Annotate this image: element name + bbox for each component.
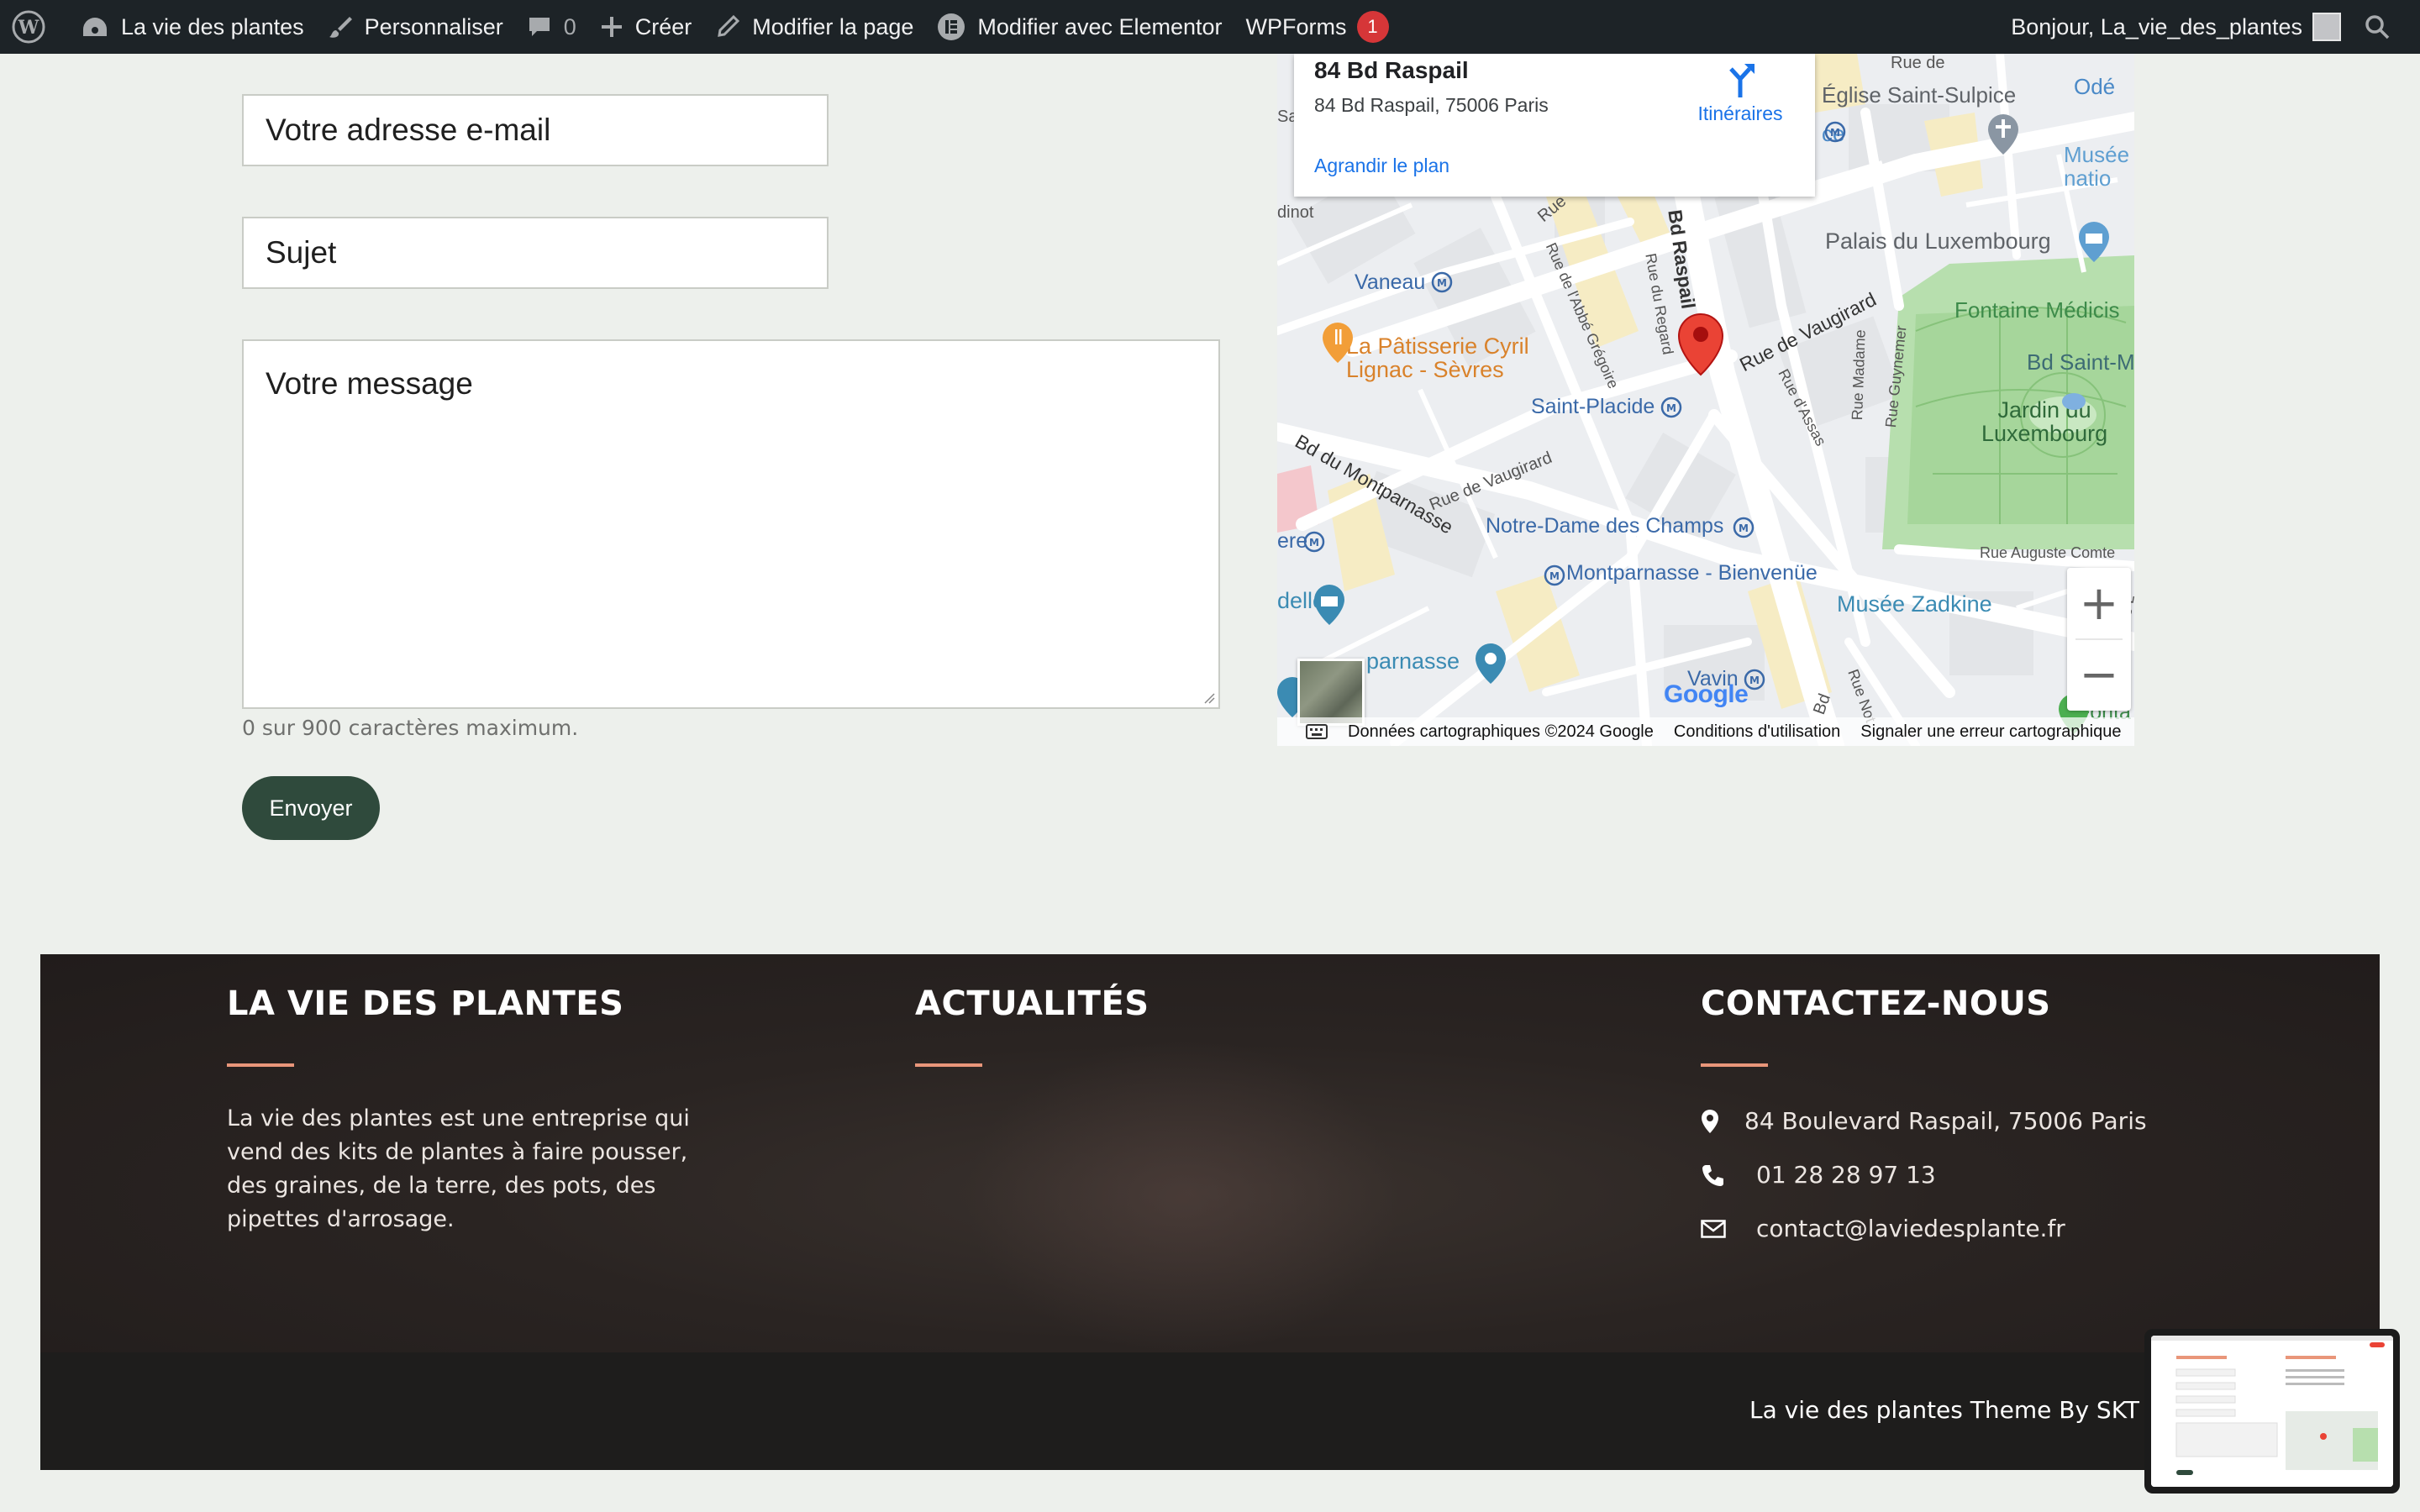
map-label-ce: ce <box>1822 121 1845 146</box>
my-account-menu[interactable]: Bonjour, La_vie_des_plantes <box>1999 0 2353 54</box>
map-label-patisserie: La Pâtisserie Cyril Lignac - Sèvres <box>1346 333 1529 382</box>
subject-field[interactable]: Sujet <box>242 217 829 289</box>
edit-page-menu[interactable]: Modifier la page <box>703 0 925 54</box>
zoom-out-button[interactable]: − <box>2067 639 2131 711</box>
elementor-icon <box>938 13 965 40</box>
map-report-link[interactable]: Signaler une erreur cartographique <box>1860 722 2121 742</box>
brush-icon <box>329 17 352 38</box>
map-terms-link[interactable]: Conditions d'utilisation <box>1674 722 1840 742</box>
directions-label: Itinéraires <box>1697 102 1783 124</box>
map-label-medicis: Fontaine Médicis <box>1954 297 2120 323</box>
map-data-credit: Données cartographiques ©2024 Google <box>1348 722 1654 741</box>
wp-admin-bar: W La vie des plantes Personnaliser 0 Cré… <box>0 0 2420 54</box>
map-label-saint-placide: Saint-Placide <box>1531 395 1655 418</box>
map-label-delle: delle <box>1277 588 1326 613</box>
comment-icon <box>529 18 550 36</box>
svg-text:W: W <box>18 17 39 39</box>
site-footer: LA VIE DES PLANTES La vie des plantes es… <box>40 954 2380 1352</box>
comments-menu[interactable]: 0 <box>515 0 588 54</box>
search-icon <box>2365 15 2390 39</box>
footer-title-about: LA VIE DES PLANTES <box>227 984 624 1023</box>
message-textarea[interactable]: Votre message <box>242 339 1220 709</box>
site-name-menu[interactable]: La vie des plantes <box>69 0 316 54</box>
wordpress-logo-icon[interactable]: W <box>0 0 69 54</box>
map-label-rue-top: Rue de <box>1891 54 1945 72</box>
resize-grip-icon[interactable] <box>1202 690 1215 704</box>
footer-about-text: La vie des plantes est une entreprise qu… <box>227 1105 690 1232</box>
footer-title-contact: CONTACTEZ-NOUS <box>1701 984 2051 1023</box>
map-label-musee-nat: Musée natio <box>2064 142 2130 191</box>
enlarge-map-link[interactable]: Agrandir le plan <box>1314 155 1449 177</box>
map-label-montparnasse: Montparnasse - Bienvenüe <box>1566 561 1818 585</box>
map-label-jardin: Jardin du Luxembourg <box>1981 397 2108 446</box>
directions-icon <box>1729 64 1754 97</box>
footer-title-news: ACTUALITÉS <box>915 984 1150 1023</box>
customize-menu[interactable]: Personnaliser <box>316 0 515 54</box>
footer-divider <box>1701 1063 1768 1067</box>
message-placeholder: Votre message <box>266 366 473 401</box>
screenshot-preview-thumbnail[interactable] <box>2144 1329 2400 1494</box>
map-label-rue-madame: Rue Madame <box>1849 329 1869 421</box>
map-label-rue-auguste: Rue Auguste Comte <box>1980 544 2116 561</box>
footer-address-text: 84 Boulevard Raspail, 75006 Paris <box>1744 1107 2147 1135</box>
dashboard-icon <box>83 18 107 36</box>
subject-placeholder: Sujet <box>266 235 337 270</box>
phone-icon <box>1702 1164 1723 1186</box>
google-logo: Google <box>1664 680 1749 708</box>
map-label-odeon: Odé <box>2074 74 2116 99</box>
map-label-bd-saint-m: Bd Saint-M <box>2027 349 2134 375</box>
copyright-text[interactable]: La vie des plantes Theme By SKT The <box>1749 1396 2191 1424</box>
email-field[interactable]: Votre adresse e-mail <box>242 94 829 166</box>
footer-divider <box>227 1063 294 1067</box>
map-label-notre-dame: Notre-Dame des Champs <box>1486 514 1724 538</box>
avatar <box>2312 13 2341 41</box>
map-place-title: 84 Bd Raspail <box>1314 57 1469 83</box>
map-label-parnasse: parnasse <box>1366 648 1460 674</box>
pencil-icon <box>718 14 740 37</box>
site-name-label: La vie des plantes <box>121 13 304 39</box>
plus-icon <box>601 17 622 37</box>
map-label-vaneau: Vaneau <box>1355 270 1426 294</box>
search-button[interactable] <box>2353 0 2420 54</box>
directions-button[interactable]: Itinéraires <box>1677 60 1803 144</box>
comments-count: 0 <box>563 13 576 39</box>
satellite-view-toggle[interactable] <box>1297 659 1365 726</box>
footer-phone: 01 28 28 97 13 <box>1701 1161 1936 1189</box>
map-pin-icon <box>1702 1109 1718 1133</box>
new-label: Créer <box>634 13 692 39</box>
map-label-zadkine: Musée Zadkine <box>1837 591 1992 617</box>
footer-phone-text[interactable]: 01 28 28 97 13 <box>1756 1161 1936 1189</box>
map-label-eglise: Église Saint-Sulpice <box>1822 82 2017 108</box>
map-attribution-bar: Données cartographiques ©2024 Google Con… <box>1277 717 2134 746</box>
wpforms-notification-badge: 1 <box>1356 11 1389 43</box>
edit-page-label: Modifier la page <box>752 13 914 39</box>
google-map[interactable]: Église Saint-Sulpice Odé Musée natio Pala… <box>1277 54 2134 746</box>
character-counter: 0 sur 900 caractères maximum. <box>242 716 579 740</box>
envelope-icon <box>1701 1219 1726 1238</box>
footer-email-text[interactable]: contact@laviedesplante.fr <box>1756 1215 2065 1242</box>
email-placeholder: Votre adresse e-mail <box>266 113 551 147</box>
send-button[interactable]: Envoyer <box>242 776 380 840</box>
map-zoom-controls: + − <box>2067 568 2131 711</box>
map-place-address: 84 Bd Raspail, 75006 Paris <box>1314 94 1549 116</box>
footer-address: 84 Boulevard Raspail, 75006 Paris <box>1701 1107 2147 1135</box>
map-label-ere: ere <box>1277 529 1308 553</box>
footer-divider <box>915 1063 982 1067</box>
new-content-menu[interactable]: Créer <box>588 0 704 54</box>
edit-elementor-menu[interactable]: Modifier avec Elementor <box>925 0 1234 54</box>
footer-background-image <box>965 1038 1402 1352</box>
map-label-dinot: dinot <box>1277 203 1314 222</box>
edit-elementor-label: Modifier avec Elementor <box>977 13 1223 39</box>
wpforms-menu[interactable]: WPForms 1 <box>1234 0 1401 54</box>
zoom-in-button[interactable]: + <box>2067 568 2131 639</box>
customize-label: Personnaliser <box>364 13 503 39</box>
wpforms-label: WPForms <box>1245 13 1347 39</box>
map-info-card: 84 Bd Raspail 84 Bd Raspail, 75006 Paris… <box>1294 54 1815 197</box>
footer-email: contact@laviedesplante.fr <box>1701 1215 2065 1242</box>
map-label-palais: Palais du Luxembourg <box>1825 228 2051 254</box>
keyboard-icon[interactable] <box>1306 724 1328 739</box>
greeting-label: Bonjour, La_vie_des_plantes <box>2011 13 2302 39</box>
footer-copyright-bar: La vie des plantes Theme By SKT The <box>40 1352 2380 1470</box>
thumbnail-preview-image <box>2151 1336 2393 1487</box>
